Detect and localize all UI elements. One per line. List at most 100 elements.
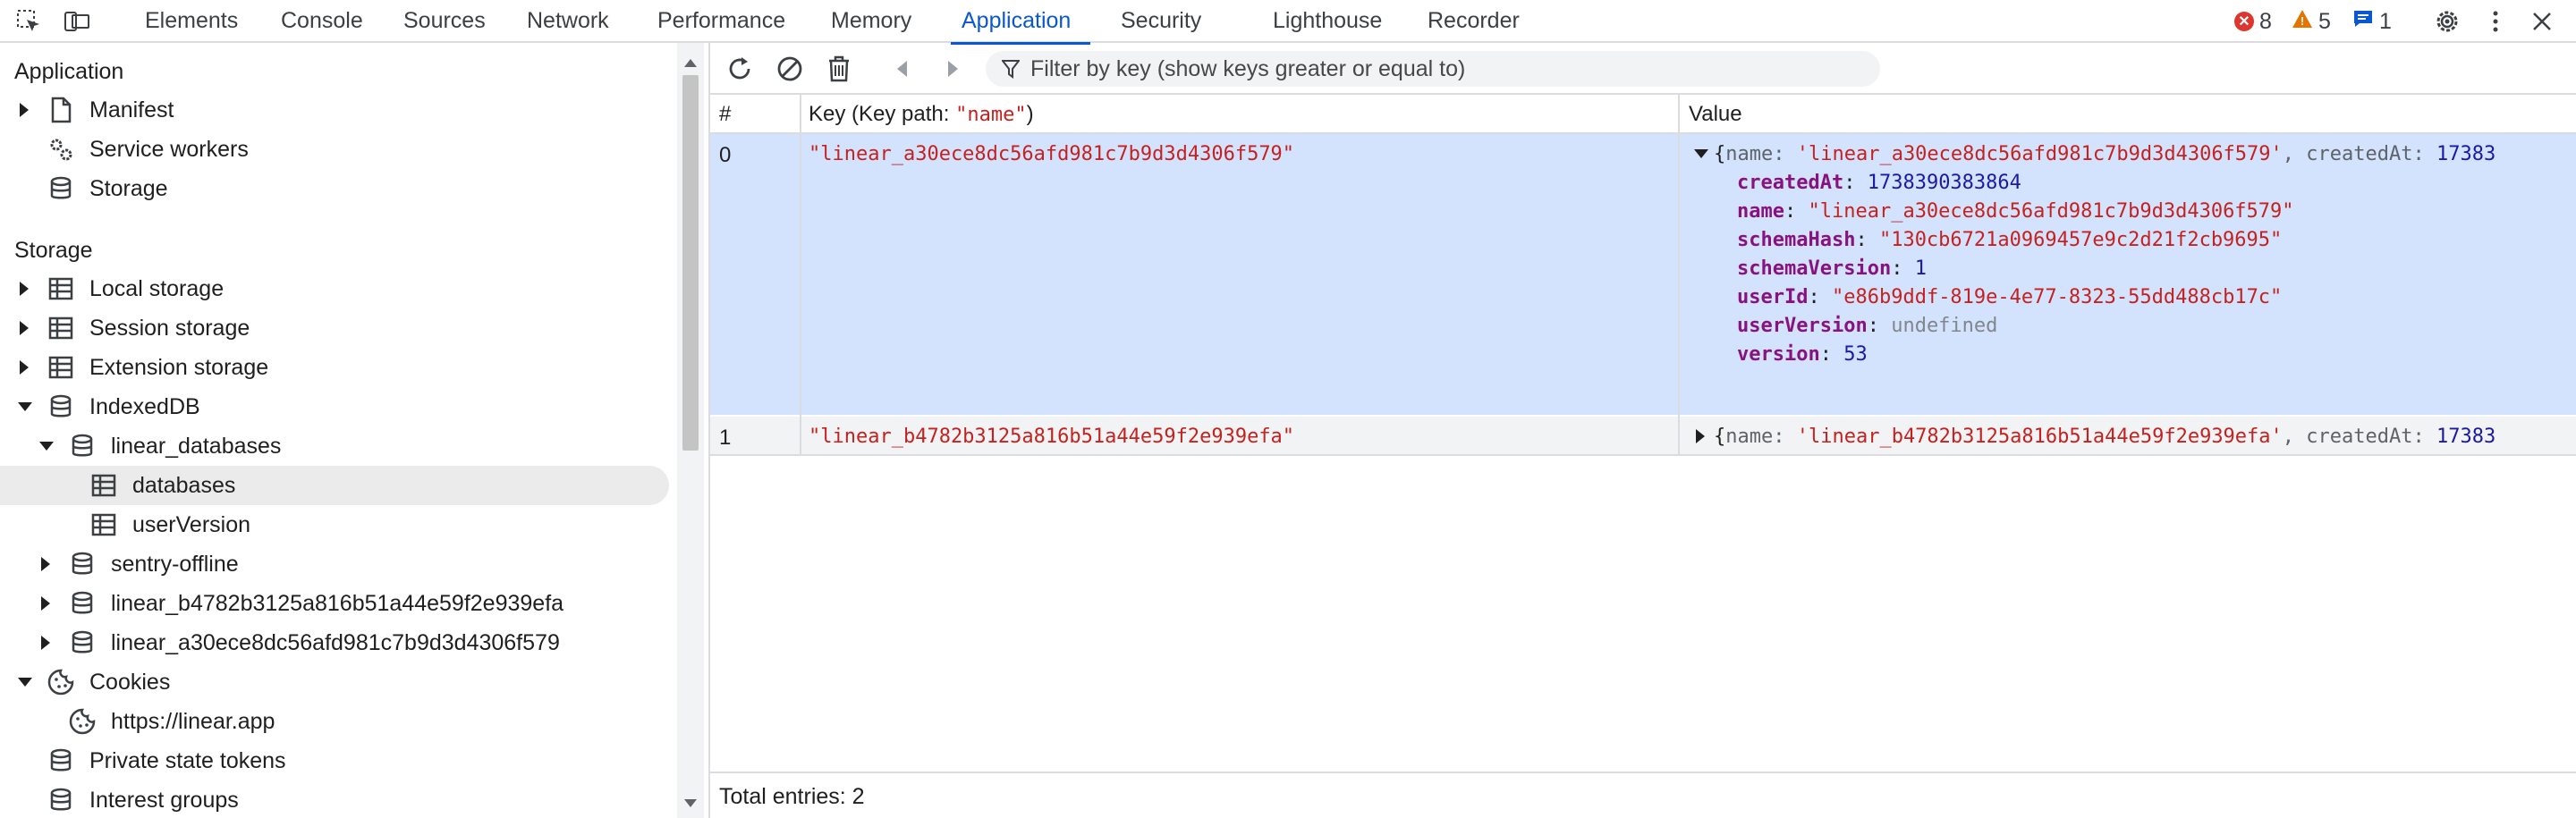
sidebar-item-label: userVersion — [132, 512, 251, 537]
row-index: 0 — [719, 143, 732, 167]
sidebar-item-label: Manifest — [89, 97, 174, 122]
table-icon — [48, 277, 73, 300]
expand-arrow-icon[interactable] — [20, 321, 29, 335]
sidebar-item-label: Cookies — [89, 670, 171, 695]
sidebar-item-databases-store[interactable]: databases — [0, 466, 669, 505]
sidebar-item-manifest[interactable]: Manifest — [0, 90, 669, 130]
expand-object-icon[interactable] — [1696, 429, 1705, 443]
sidebar-item-label: sentry-offline — [111, 552, 239, 577]
sidebar-item-private-state-tokens[interactable]: Private state tokens — [0, 741, 669, 780]
column-header-index[interactable]: # — [710, 95, 800, 132]
sidebar-item-label: linear_databases — [111, 434, 282, 459]
device-toolbar-icon[interactable] — [61, 5, 93, 38]
data-toolbar — [710, 43, 2576, 95]
summary-name-label: name — [1725, 426, 1774, 448]
message-icon — [2352, 9, 2374, 35]
collapse-arrow-icon[interactable] — [18, 402, 32, 411]
column-header-key[interactable]: Key (Key path: "name") — [800, 95, 1694, 132]
clear-block-icon[interactable] — [773, 52, 807, 86]
table-icon — [91, 513, 116, 536]
database-icon — [50, 748, 72, 772]
scrollbar-thumb[interactable] — [682, 75, 699, 451]
collapse-arrow-icon[interactable] — [18, 678, 32, 687]
sidebar-item-cookies[interactable]: Cookies — [0, 662, 669, 702]
sidebar-scrollbar[interactable] — [677, 43, 704, 818]
sidebar-item-label: linear_b4782b3125a816b51a44e59f2e939efa — [111, 591, 564, 616]
prop-userId: userId: "e86b9ddf-819e-4e77-8323-55dd488… — [1737, 286, 2283, 308]
table-icon — [48, 356, 73, 379]
tab-application[interactable]: Application — [950, 0, 1091, 45]
row-index: 1 — [719, 426, 732, 450]
sidebar-item-interest-groups[interactable]: Interest groups — [0, 780, 669, 818]
sidebar-item-storage[interactable]: Storage — [0, 169, 669, 208]
error-counter[interactable]: ✕ 8 — [2234, 0, 2272, 43]
summary-created-label: createdAt — [2306, 143, 2413, 165]
expand-arrow-icon[interactable] — [20, 103, 29, 117]
expand-arrow-icon[interactable] — [20, 282, 29, 296]
key-header-suffix: ) — [1026, 102, 1034, 126]
sidebar-item-label: Local storage — [89, 276, 225, 301]
sidebar-item-linear-databases[interactable]: linear_databases — [0, 426, 669, 466]
sidebar-item-cookie-origin[interactable]: https://linear.app — [0, 702, 669, 741]
tab-memory[interactable]: Memory — [831, 0, 911, 43]
sidebar-item-label: Extension storage — [89, 355, 269, 380]
column-divider[interactable] — [1678, 95, 1680, 456]
tab-console[interactable]: Console — [281, 0, 363, 43]
settings-gear-icon[interactable] — [2431, 5, 2463, 38]
sidebar-item-label: Session storage — [89, 316, 250, 341]
tab-security[interactable]: Security — [1121, 0, 1201, 43]
sidebar-item-sentry-offline[interactable]: sentry-offline — [0, 544, 669, 584]
svg-text:!: ! — [2301, 14, 2304, 28]
sidebar-item-service-workers[interactable]: Service workers — [0, 130, 669, 169]
refresh-icon[interactable] — [723, 52, 757, 86]
expand-arrow-icon[interactable] — [20, 360, 29, 375]
sidebar-item-session-storage[interactable]: Session storage — [0, 308, 669, 348]
prop-value: "130cb6721a0969457e9c2d21f2cb9695" — [1878, 229, 2283, 251]
database-icon — [72, 591, 93, 614]
summary-name-value: 'linear_a30ece8dc56afd981c7b9d3d4306f579… — [1796, 143, 2283, 165]
scroll-up-arrow-icon[interactable] — [684, 59, 697, 67]
table-row[interactable]: 1 "linear_b4782b3125a816b51a44e59f2e939e… — [710, 417, 2576, 456]
summary-name-label: name — [1725, 143, 1774, 165]
message-counter[interactable]: 1 — [2352, 0, 2392, 43]
close-devtools-icon[interactable] — [2526, 5, 2558, 38]
next-page-icon[interactable] — [936, 52, 970, 86]
tab-elements[interactable]: Elements — [145, 0, 238, 43]
key-filter[interactable] — [986, 51, 1880, 87]
scroll-down-arrow-icon[interactable] — [684, 799, 697, 807]
prop-value: 1738390383864 — [1867, 172, 2021, 194]
sidebar-item-userversion-store[interactable]: userVersion — [0, 505, 669, 544]
delete-trash-icon[interactable] — [822, 52, 856, 86]
expand-arrow-icon[interactable] — [41, 596, 50, 611]
tab-recorder[interactable]: Recorder — [1428, 0, 1520, 43]
sidebar-item-label: databases — [132, 473, 236, 498]
tab-sources[interactable]: Sources — [403, 0, 486, 43]
inspect-element-icon[interactable] — [13, 5, 45, 38]
sidebar-item-db-a30ece[interactable]: linear_a30ece8dc56afd981c7b9d3d4306f579 — [0, 623, 669, 662]
warning-counter[interactable]: ! 5 — [2292, 0, 2331, 43]
column-header-value[interactable]: Value — [1680, 95, 2574, 132]
row-key: "linear_a30ece8dc56afd981c7b9d3d4306f579… — [809, 143, 1295, 165]
collapse-object-icon[interactable] — [1694, 149, 1708, 158]
prop-value: undefined — [1891, 315, 1998, 337]
summary-created-value: 17383 — [2436, 143, 2496, 165]
sidebar-item-indexeddb[interactable]: IndexedDB — [0, 387, 669, 426]
expand-arrow-icon[interactable] — [41, 557, 50, 571]
warning-count: 5 — [2318, 8, 2331, 34]
tab-performance[interactable]: Performance — [657, 0, 785, 43]
more-options-icon[interactable] — [2479, 5, 2512, 38]
application-heading: Application — [14, 59, 124, 84]
sidebar-item-label: Service workers — [89, 137, 249, 162]
previous-page-icon[interactable] — [886, 52, 919, 86]
key-filter-input[interactable] — [1029, 55, 1837, 83]
tab-network[interactable]: Network — [527, 0, 609, 43]
expand-arrow-icon[interactable] — [41, 636, 50, 650]
column-divider[interactable] — [800, 95, 801, 456]
sidebar-item-local-storage[interactable]: Local storage — [0, 269, 669, 308]
warning-icon: ! — [2292, 9, 2313, 35]
collapse-arrow-icon[interactable] — [39, 442, 54, 451]
tab-lighthouse[interactable]: Lighthouse — [1273, 0, 1382, 43]
table-row[interactable]: 0 "linear_a30ece8dc56afd981c7b9d3d4306f5… — [710, 134, 2576, 415]
sidebar-item-db-b4782[interactable]: linear_b4782b3125a816b51a44e59f2e939efa — [0, 584, 669, 623]
sidebar-item-extension-storage[interactable]: Extension storage — [0, 348, 669, 387]
